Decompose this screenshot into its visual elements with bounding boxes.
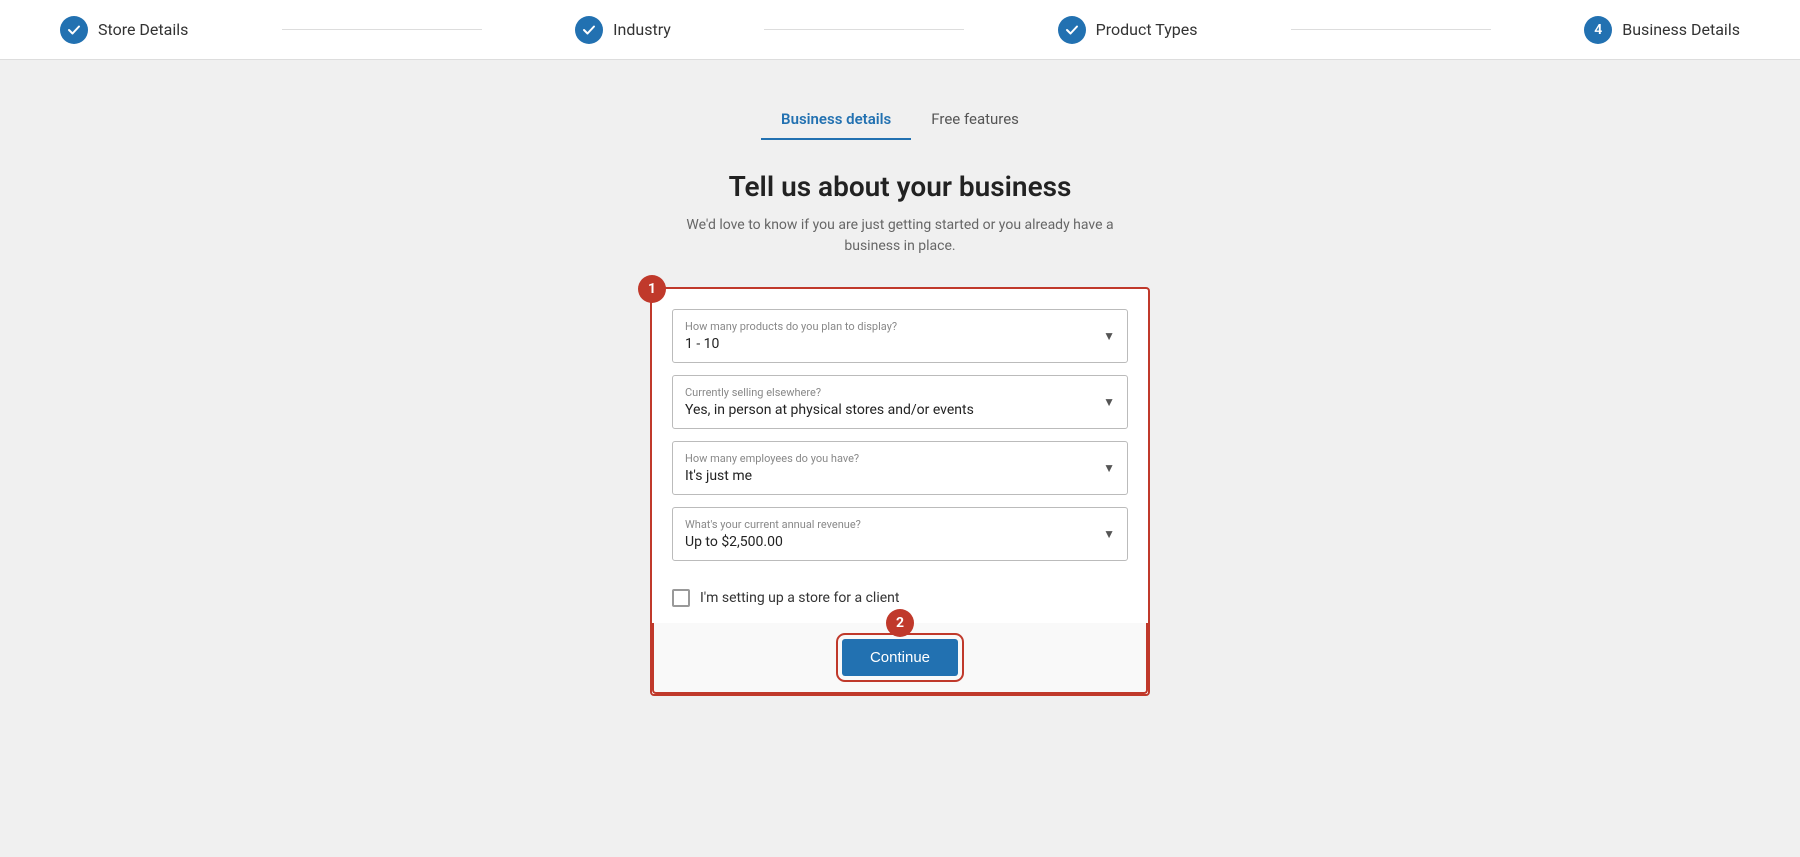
page-subheading: We'd love to know if you are just gettin… — [670, 215, 1130, 257]
step-check-product-types — [1058, 16, 1086, 44]
step-divider-3 — [1291, 29, 1491, 30]
badge-2: 2 — [886, 609, 914, 637]
main-content: Business details Free features Tell us a… — [0, 60, 1800, 736]
step-business-details: 4 Business Details — [1584, 16, 1740, 44]
chevron-down-icon: ▼ — [1103, 461, 1115, 475]
selling-elsewhere-label: Currently selling elsewhere? — [685, 386, 1115, 399]
step-label-store-details: Store Details — [98, 20, 188, 39]
selling-elsewhere-dropdown[interactable]: Currently selling elsewhere? Yes, in per… — [672, 375, 1128, 429]
annual-revenue-value: Up to $2,500.00 — [685, 534, 1115, 550]
step-divider-1 — [282, 29, 482, 30]
badge-1: 1 — [638, 275, 666, 303]
num-employees-value: It's just me — [685, 468, 1115, 484]
client-store-checkbox-label: I'm setting up a store for a client — [700, 590, 899, 606]
selling-elsewhere-value: Yes, in person at physical stores and/or… — [685, 402, 1115, 418]
num-products-dropdown[interactable]: How many products do you plan to display… — [672, 309, 1128, 363]
form-card: 1 How many products do you plan to displ… — [650, 287, 1150, 696]
tab-business-details[interactable]: Business details — [761, 100, 911, 140]
num-employees-dropdown[interactable]: How many employees do you have? It's jus… — [672, 441, 1128, 495]
step-industry: Industry — [575, 16, 671, 44]
step-num-business-details: 4 — [1584, 16, 1612, 44]
num-products-label: How many products do you plan to display… — [685, 320, 1115, 333]
step-product-types: Product Types — [1058, 16, 1198, 44]
continue-section: 2 Continue — [652, 623, 1148, 694]
chevron-down-icon: ▼ — [1103, 329, 1115, 343]
step-check-store-details — [60, 16, 88, 44]
chevron-down-icon: ▼ — [1103, 527, 1115, 541]
client-store-checkbox[interactable] — [672, 589, 690, 607]
page-title: Tell us about your business — [729, 170, 1072, 203]
step-check-industry — [575, 16, 603, 44]
tab-free-features[interactable]: Free features — [911, 100, 1039, 140]
num-products-value: 1 - 10 — [685, 336, 1115, 352]
step-label-business-details: Business Details — [1622, 20, 1740, 39]
num-employees-label: How many employees do you have? — [685, 452, 1115, 465]
step-divider-2 — [764, 29, 964, 30]
step-store-details: Store Details — [60, 16, 188, 44]
annual-revenue-dropdown[interactable]: What's your current annual revenue? Up t… — [672, 507, 1128, 561]
tab-bar: Business details Free features — [761, 100, 1039, 140]
annual-revenue-label: What's your current annual revenue? — [685, 518, 1115, 531]
step-label-industry: Industry — [613, 20, 671, 39]
stepper-bar: Store Details Industry Product Types 4 B… — [0, 0, 1800, 60]
step-label-product-types: Product Types — [1096, 20, 1198, 39]
continue-button[interactable]: Continue — [842, 639, 958, 676]
chevron-down-icon: ▼ — [1103, 395, 1115, 409]
